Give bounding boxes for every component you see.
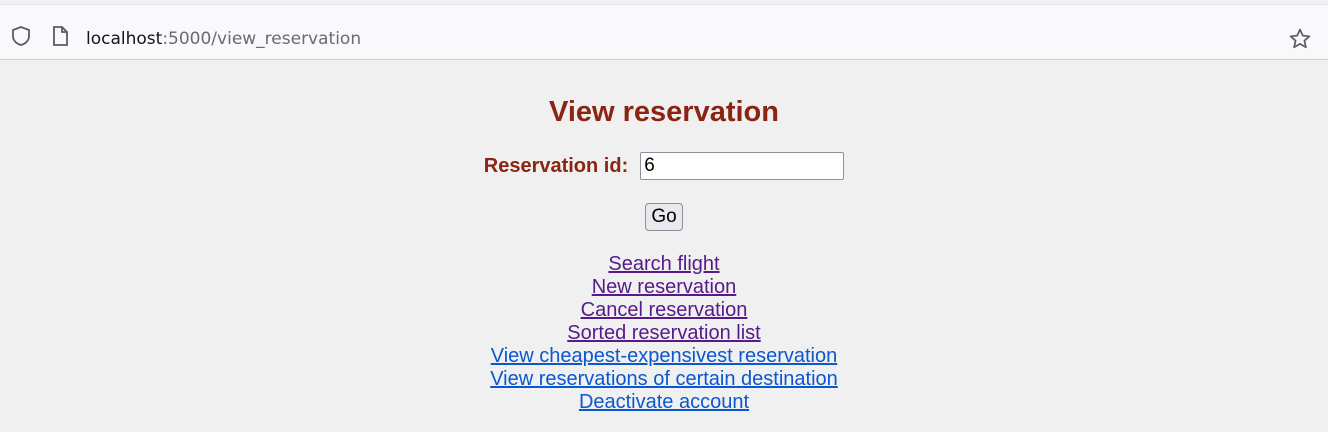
- page-content: View reservation Reservation id: Go Sear…: [0, 60, 1328, 414]
- url-text[interactable]: localhost:5000/view_reservation: [86, 29, 361, 49]
- reservation-form: Reservation id:: [0, 152, 1328, 180]
- url-host: localhost: [86, 29, 163, 49]
- shield-icon[interactable]: [10, 25, 32, 47]
- bookmark-star-icon[interactable]: [1288, 27, 1312, 51]
- new-reservation-link[interactable]: New reservation: [592, 276, 737, 299]
- reservation-id-input[interactable]: [640, 152, 845, 180]
- deactivate-account-link[interactable]: Deactivate account: [579, 391, 749, 414]
- browser-toolbar: localhost:5000/view_reservation: [0, 5, 1328, 60]
- url-path: :5000/view_reservation: [162, 29, 362, 49]
- page-title: View reservation: [549, 96, 779, 128]
- view-reservations-destination-link[interactable]: View reservations of certain destination: [490, 368, 838, 391]
- address-bar[interactable]: localhost:5000/view_reservation: [0, 9, 1328, 55]
- page-icon: [53, 26, 68, 46]
- reservation-id-label: Reservation id:: [483, 154, 629, 177]
- go-button[interactable]: Go: [645, 203, 683, 231]
- cancel-reservation-link[interactable]: Cancel reservation: [581, 299, 748, 322]
- search-flight-link[interactable]: Search flight: [608, 253, 719, 276]
- sorted-reservation-list-link[interactable]: Sorted reservation list: [567, 322, 760, 345]
- view-cheapest-expensivest-link[interactable]: View cheapest-expensivest reservation: [491, 345, 837, 368]
- nav-links: Search flight New reservation Cancel res…: [0, 253, 1328, 414]
- go-button-row: Go: [0, 203, 1328, 231]
